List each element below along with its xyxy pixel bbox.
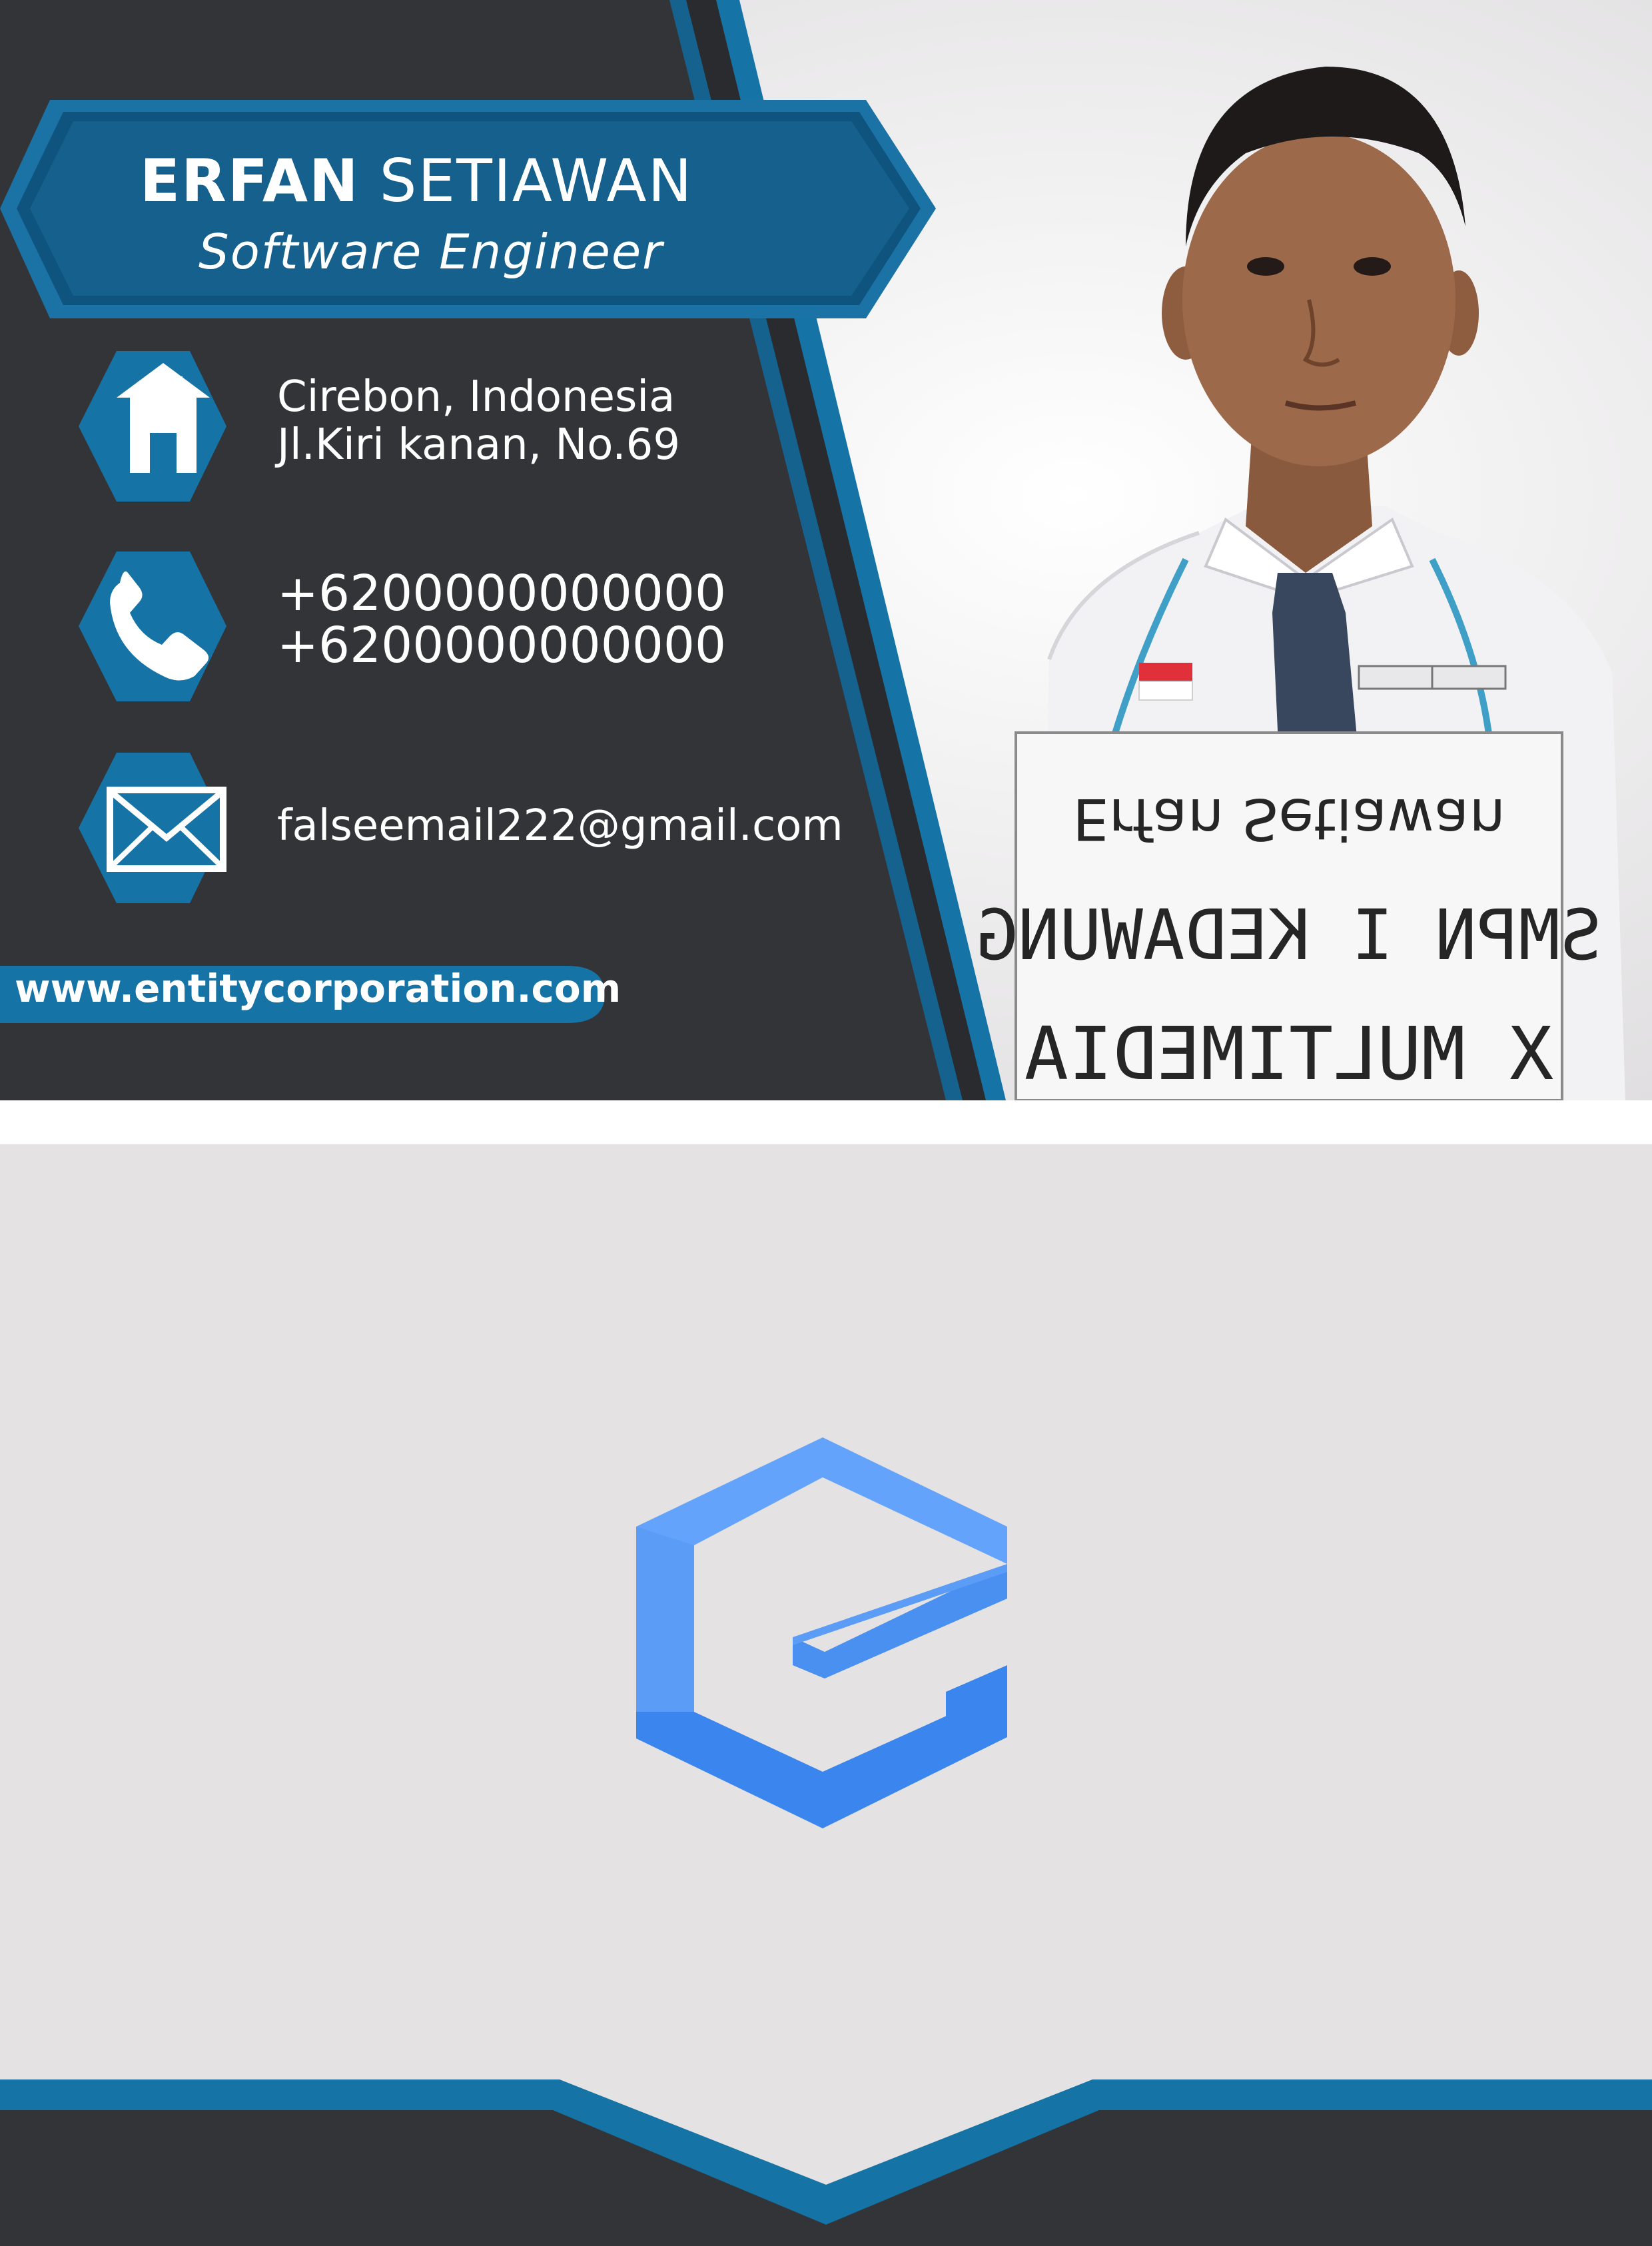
email-address: falseemail222@gmail.com xyxy=(277,801,843,851)
card-separator xyxy=(0,1100,1652,1144)
address-line-1: Cirebon, Indonesia xyxy=(277,372,675,422)
person-first-name: ERFAN xyxy=(140,147,360,215)
website-url: www.entitycorporation.com xyxy=(15,966,621,1011)
address-block: Cirebon, Indonesia Jl.Kiri kanan, No.69 xyxy=(277,373,680,469)
phone-block: +6200000000000 +6200000000000 xyxy=(277,567,726,671)
sign-line-2: SMPN I KEDAWUNG xyxy=(976,895,1601,976)
job-title: Software Engineer xyxy=(199,224,663,280)
sign-line-3: X MULTIMEDIA xyxy=(1025,1011,1554,1096)
sign-line-1: Erfan Setiawan xyxy=(1072,785,1505,852)
phone-number-1: +6200000000000 xyxy=(277,565,727,622)
business-card-sheet: Erfan Setiawan SMPN I KEDAWUNG X MULTIME… xyxy=(0,0,1652,2246)
address-line-2: Jl.Kiri kanan, No.69 xyxy=(277,420,681,470)
phone-number-2: +6200000000000 xyxy=(277,617,727,674)
person-last-name: SETIAWAN xyxy=(379,147,693,215)
person-name: ERFAN SETIAWAN xyxy=(140,147,693,215)
card-artwork: Erfan Setiawan SMPN I KEDAWUNG X MULTIME… xyxy=(0,0,1652,2246)
